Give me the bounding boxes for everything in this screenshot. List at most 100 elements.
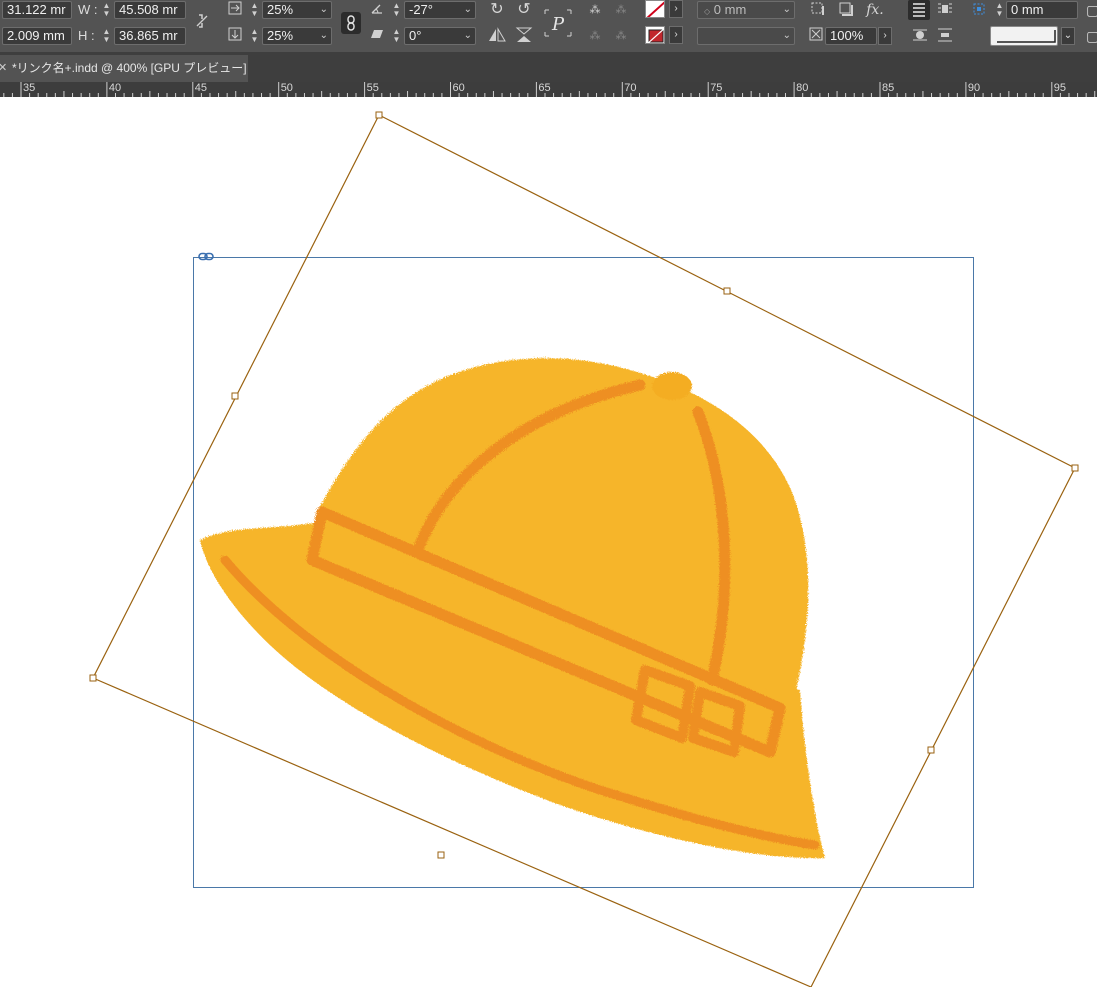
handle-top-middle[interactable] (723, 287, 731, 295)
link-icon[interactable] (198, 252, 214, 261)
ruler-label: 75 (710, 82, 723, 94)
hat-button (652, 372, 692, 400)
chevron-down-icon[interactable]: ⌄ (783, 28, 791, 44)
rotation-field[interactable]: -27° ⌄ (404, 1, 476, 19)
hat-image[interactable] (200, 358, 825, 859)
width-field[interactable]: 45.508 mr (114, 1, 186, 19)
control-bar: 31.122 mr 2.009 mm W : H : ▲ ▼ ▲ ▼ 45.508 … (0, 0, 1097, 52)
scale-y-field[interactable]: 25% ⌄ (262, 27, 332, 45)
chevron-down-icon[interactable]: ⌄ (320, 28, 328, 44)
close-icon[interactable]: ✕ (0, 55, 7, 82)
fill-stroke-icon (647, 27, 664, 43)
stroke-type-dropdown[interactable]: ⌄ (697, 27, 795, 45)
select-previous-object-icon[interactable]: ⁂ (612, 1, 630, 19)
scale-x-field[interactable]: 25% ⌄ (262, 1, 332, 19)
constrain-scale-button[interactable] (341, 12, 361, 34)
wrap-offset-icon (970, 1, 988, 19)
stroke-swatch-menu-button[interactable]: › (669, 0, 683, 18)
shear-value: 0° (409, 28, 422, 43)
chevron-down-icon[interactable]: ⌄ (464, 2, 472, 18)
handle-top-right[interactable] (1071, 464, 1079, 472)
y-position-field[interactable]: 2.009 mm (2, 27, 72, 45)
ruler-label: 60 (452, 82, 465, 94)
handle-top-left[interactable] (375, 111, 383, 119)
ruler-label: 95 (1053, 82, 1067, 94)
overflow-edge-icon-2[interactable]: ▢ (1086, 27, 1097, 45)
horizontal-ruler[interactable]: 35 40 45 50 55 60 65 70 75 80 85 90 95 (0, 82, 1097, 97)
ruler-label: 40 (108, 82, 122, 94)
wrap-object-shape-icon[interactable] (911, 27, 929, 45)
x-position-field[interactable]: 31.122 mr (2, 1, 72, 19)
ruler-label: 80 (796, 82, 809, 94)
scale-y-value: 25% (267, 28, 294, 43)
ruler-label: 85 (882, 82, 895, 94)
stroke-none-swatch[interactable] (645, 0, 665, 18)
width-spinner[interactable]: ▲ ▼ (100, 1, 113, 19)
shear-field[interactable]: 0° ⌄ (404, 27, 476, 45)
svg-text:P: P (551, 14, 565, 35)
ruler-label: 35 (23, 82, 36, 94)
rotate-clockwise-icon[interactable]: ↻ (488, 1, 506, 19)
height-spinner[interactable]: ▲ ▼ (100, 27, 113, 45)
offset-spinner[interactable]: ▲ ▼ (993, 1, 1006, 19)
constrain-proportions-icon[interactable] (193, 13, 211, 31)
chevron-down-icon[interactable]: ⌄ (320, 2, 328, 18)
canvas-artwork (89, 111, 1079, 987)
wrap-none-button[interactable] (908, 0, 930, 20)
stroke-weight-value: 0 mm (713, 2, 747, 17)
handle-bottom-middle[interactable] (437, 851, 445, 859)
drop-shadow-icon[interactable] (809, 1, 827, 19)
rotation-value: -27° (409, 2, 433, 17)
opacity-menu-button[interactable]: › (878, 27, 892, 45)
wrap-jump-object-icon[interactable] (936, 27, 954, 45)
overflow-edge-icon[interactable]: ▢ (1086, 1, 1097, 19)
ruler-label: 55 (366, 82, 379, 94)
scale-x-spinner[interactable]: ▲ ▼ (248, 1, 261, 19)
shadow-box-icon[interactable] (837, 1, 855, 19)
stroke-weight-field[interactable]: ◇ 0 mm ⌄ (697, 1, 795, 19)
scale-x-value: 25% (267, 2, 294, 17)
stroke-line-preview-icon (997, 30, 1056, 43)
height-label: H : (78, 28, 95, 43)
fill-swatch[interactable] (645, 26, 665, 44)
ruler-label: 65 (538, 82, 551, 94)
select-content-icon[interactable]: ⁂ (586, 27, 604, 45)
handle-bottom-left[interactable] (89, 674, 97, 682)
ruler-label: 50 (280, 82, 293, 94)
wrap-bounding-box-icon[interactable] (936, 1, 954, 19)
scale-y-spinner[interactable]: ▲ ▼ (248, 27, 261, 45)
stroke-weight-spinner-icon[interactable]: ◇ (704, 7, 710, 16)
chevron-down-icon[interactable]: ⌄ (464, 28, 472, 44)
height-field[interactable]: 36.865 mr (114, 27, 186, 45)
flip-vertical-icon[interactable] (515, 27, 533, 45)
document-tab[interactable]: ✕ *リンク名+.indd @ 400% [GPU プレビュー] (0, 55, 248, 82)
rotate-counterclockwise-icon[interactable]: ↺ (515, 1, 533, 19)
ruler-label: 90 (967, 82, 981, 94)
fill-swatch-menu-button[interactable]: › (669, 26, 683, 44)
effects-fx-icon[interactable]: fx. (866, 1, 884, 19)
ruler-label: 45 (194, 82, 208, 94)
opacity-field[interactable]: 100% (825, 27, 877, 45)
select-container-icon[interactable]: ⁂ (586, 1, 604, 19)
scale-x-icon (226, 1, 244, 19)
document-canvas[interactable] (0, 97, 1097, 987)
rotate-angle-icon (368, 1, 386, 19)
stroke-style-menu-button[interactable]: ⌄ (1061, 27, 1075, 45)
none-slash-icon (646, 1, 664, 17)
document-tab-bar: ✕ *リンク名+.indd @ 400% [GPU プレビュー] (0, 52, 1097, 82)
rotation-spinner[interactable]: ▲ ▼ (390, 1, 403, 19)
width-label: W : (78, 2, 98, 17)
shear-angle-icon (368, 27, 386, 45)
handle-left-middle[interactable] (231, 392, 239, 400)
text-wrap-none-icon (913, 3, 925, 17)
reference-point-icon[interactable]: P (543, 8, 573, 38)
handle-right-middle[interactable] (927, 746, 935, 754)
shear-spinner[interactable]: ▲ ▼ (390, 27, 403, 45)
flip-horizontal-icon[interactable] (488, 27, 506, 45)
chevron-down-icon[interactable]: ⌄ (783, 2, 791, 18)
document-tab-label: *リンク名+.indd @ 400% [GPU プレビュー] (12, 61, 247, 75)
stroke-style-preview[interactable] (990, 26, 1058, 46)
select-next-object-icon[interactable]: ⁂ (612, 27, 630, 45)
opacity-icon (807, 27, 825, 45)
offset-field[interactable]: 0 mm (1006, 1, 1078, 19)
